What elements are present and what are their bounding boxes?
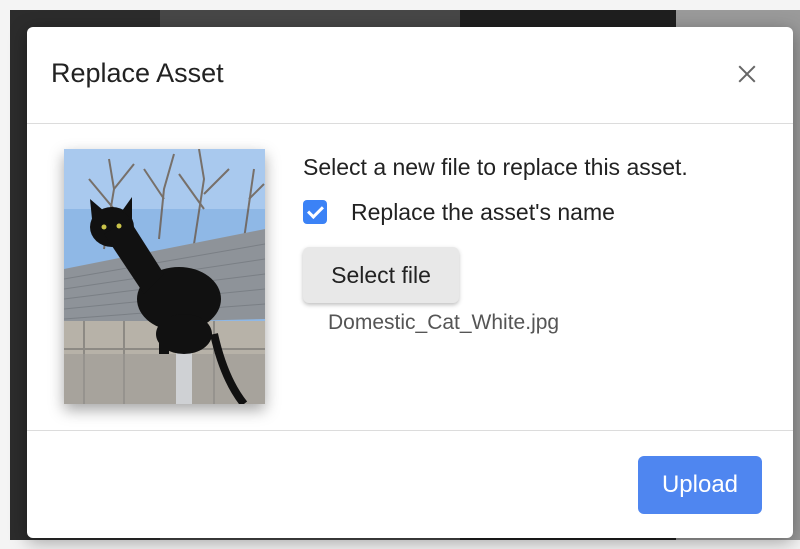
replace-asset-dialog: Replace Asset Select a new file to repla… <box>27 27 793 538</box>
selected-file-name: Domestic_Cat_White.jpg <box>328 311 560 334</box>
instructions-text: Select a new file to replace this asset. <box>303 154 688 180</box>
replace-name-label: Replace the asset's name <box>351 198 615 225</box>
select-file-button[interactable]: Select file <box>303 247 459 303</box>
asset-thumbnail <box>64 149 265 404</box>
dialog-body: Select a new file to replace this asset.… <box>27 124 793 431</box>
cat-image <box>64 149 265 404</box>
close-icon[interactable] <box>735 62 759 86</box>
upload-button[interactable]: Upload <box>638 456 762 514</box>
dialog-header: Replace Asset <box>27 27 793 124</box>
replace-name-checkbox[interactable] <box>303 200 327 224</box>
replace-name-option[interactable]: Replace the asset's name <box>303 197 615 227</box>
dialog-title: Replace Asset <box>51 58 224 88</box>
